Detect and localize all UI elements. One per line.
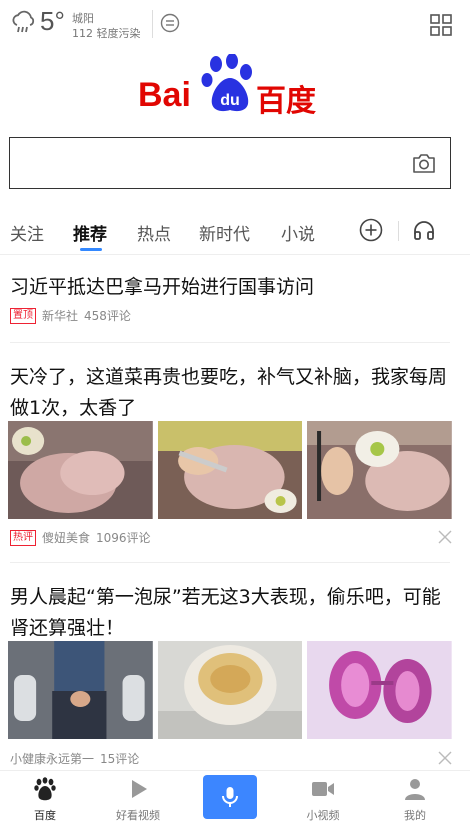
comment-count[interactable]: 1096评论 (96, 529, 151, 546)
nav-label: 百度 (34, 809, 56, 822)
baidu-logo: Bai du 百度 (138, 54, 324, 118)
comment-count[interactable]: 15评论 (100, 750, 139, 767)
health-image (8, 641, 153, 739)
tab-novel[interactable]: 小说 (281, 220, 315, 245)
category-tabs: 关注 推荐 热点 新时代 小说 (0, 210, 470, 255)
play-icon (132, 780, 147, 798)
add-tab-icon[interactable] (359, 218, 383, 242)
city-name: 城阳 (72, 12, 94, 25)
nav-label: 我的 (404, 809, 426, 822)
top-bar: 5° 城阳 112 轻度污染 (0, 0, 470, 50)
food-image (157, 421, 303, 519)
close-icon[interactable] (438, 751, 452, 765)
rain-cloud-icon[interactable] (10, 10, 36, 36)
bottom-nav: 百度 好看视频 小视频 我的 (0, 770, 470, 825)
health-image (307, 641, 453, 739)
tab-follow[interactable]: 关注 (10, 220, 44, 245)
news-source[interactable]: 新华社 (42, 307, 78, 324)
nav-label: 小视频 (306, 809, 340, 822)
pinned-tag: 置顶 (10, 307, 36, 324)
news-meta: 小健康永远第一 15评论 (10, 750, 139, 767)
hot-comment-tag: 热评 (10, 529, 36, 546)
news-title[interactable]: 天冷了，这道菜再贵也要吃，补气又补脑，我家每周做1次，太香了 (10, 362, 450, 424)
health-image (157, 641, 303, 739)
paw-logo-icon: du (201, 54, 252, 112)
logo-paw-text: du (220, 92, 240, 109)
news-source[interactable]: 小健康永远第一 (10, 750, 94, 767)
nav-baidu[interactable]: 百度 (10, 771, 80, 825)
comment-count[interactable]: 458评论 (84, 307, 131, 324)
news-title[interactable]: 男人晨起“第一泡尿”若无这3大表现，偷乐吧，可能肾还算强壮！ (10, 582, 450, 644)
nav-label: 好看视频 (116, 809, 160, 822)
active-tab-indicator (80, 248, 102, 251)
logo-text-left: Bai (138, 76, 191, 114)
news-meta: 热评 傻妞美食 1096评论 (10, 529, 151, 546)
apps-grid-icon[interactable] (430, 14, 452, 36)
nav-short-video[interactable]: 小视频 (288, 771, 358, 825)
person-icon (405, 779, 425, 800)
food-image (8, 421, 153, 519)
divider (398, 221, 399, 241)
nav-mine[interactable]: 我的 (380, 771, 450, 825)
news-title[interactable]: 习近平抵达巴拿马开始进行国事访问 (10, 272, 450, 303)
voice-search-button[interactable] (203, 775, 257, 819)
tab-new-era[interactable]: 新时代 (199, 220, 250, 245)
air-quality: 112 轻度污染 (72, 27, 141, 40)
video-camera-icon (312, 782, 334, 796)
tab-recommend[interactable]: 推荐 (73, 220, 107, 245)
headphones-icon[interactable] (412, 218, 436, 242)
divider (10, 562, 450, 563)
close-icon[interactable] (438, 530, 452, 544)
mic-icon (222, 787, 238, 807)
news-source[interactable]: 傻妞美食 (42, 529, 90, 546)
filter-icon[interactable] (160, 13, 180, 33)
news-meta: 置顶 新华社 458评论 (10, 307, 131, 324)
paw-icon (34, 777, 56, 801)
camera-icon[interactable] (412, 152, 436, 174)
tab-hot[interactable]: 热点 (137, 220, 171, 245)
search-box[interactable] (9, 137, 451, 189)
divider (152, 10, 153, 38)
nav-good-video[interactable]: 好看视频 (103, 771, 173, 825)
divider (10, 342, 450, 343)
temperature[interactable]: 5° (40, 6, 65, 37)
news-image-strip[interactable] (8, 641, 453, 739)
food-image (307, 421, 453, 519)
logo-text-right: 百度 (256, 85, 316, 118)
news-image-strip[interactable] (8, 421, 453, 519)
